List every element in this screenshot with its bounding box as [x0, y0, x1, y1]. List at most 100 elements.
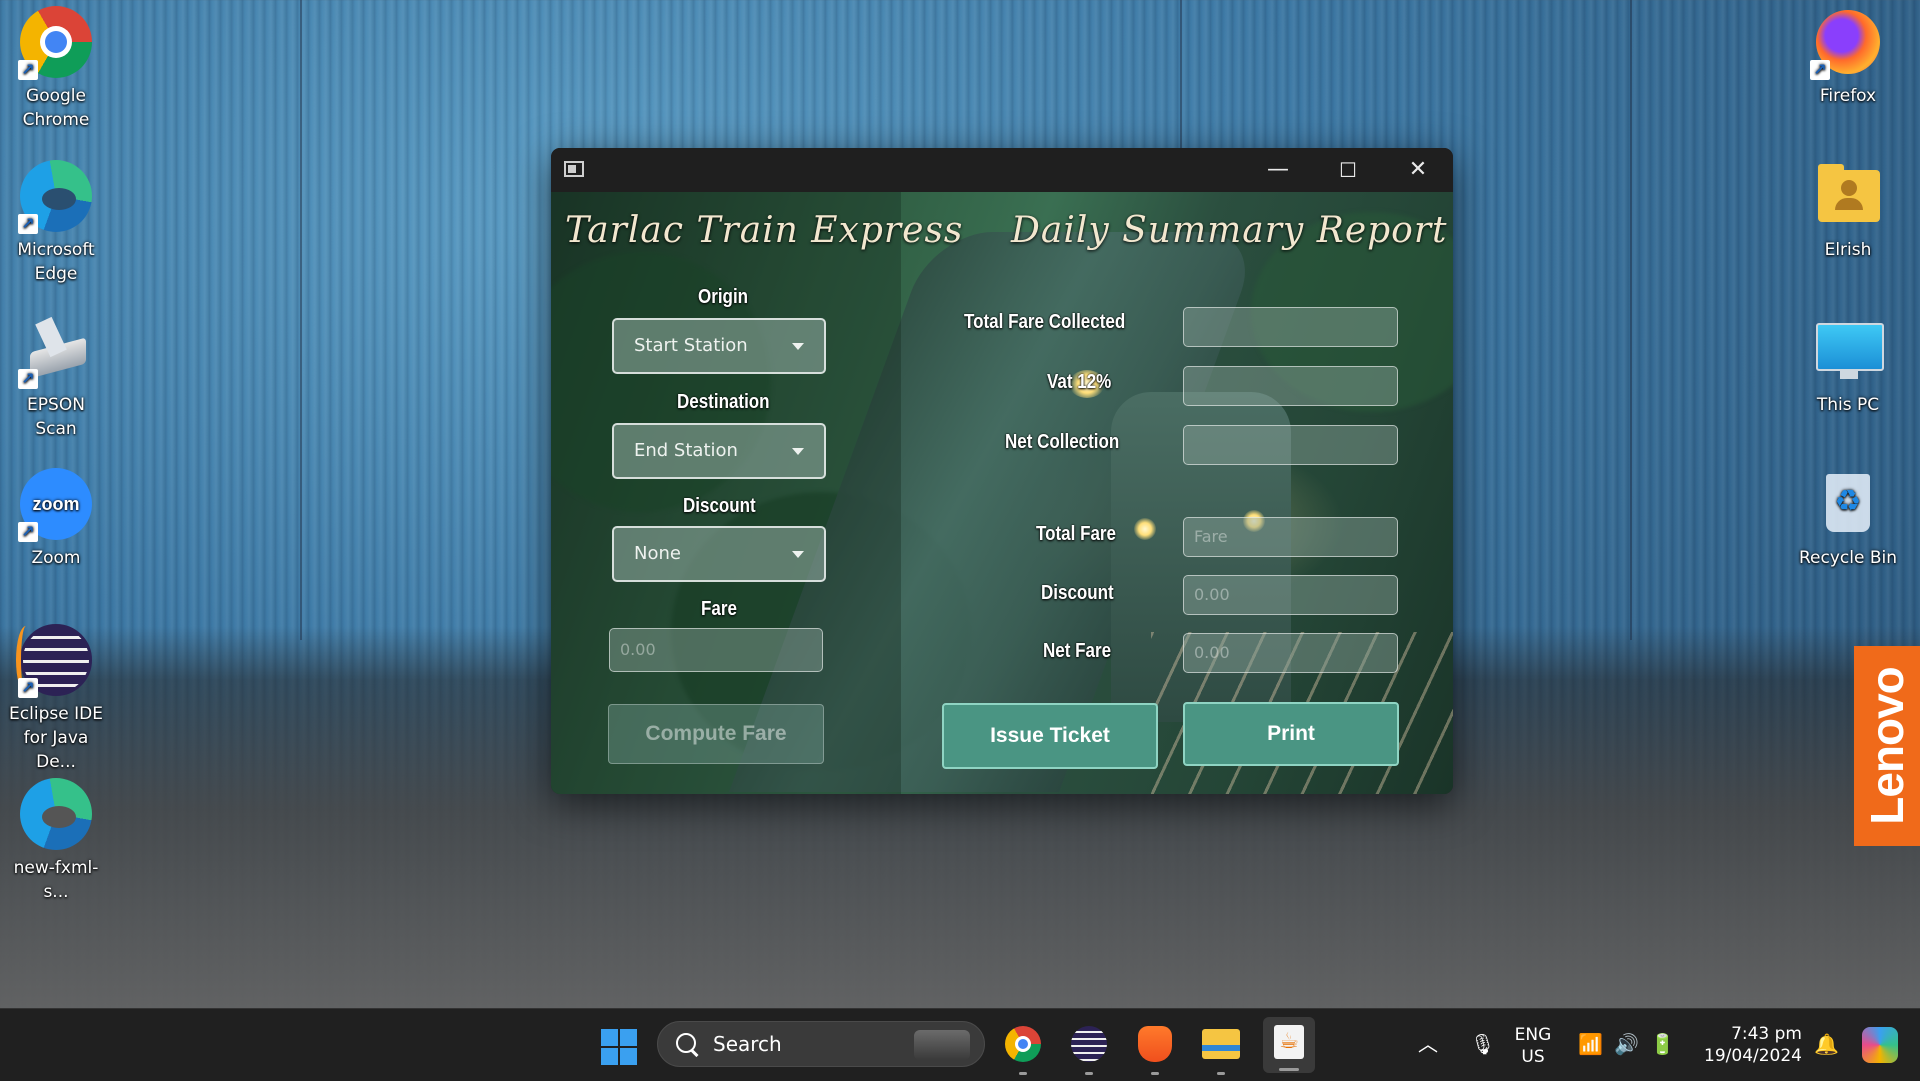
- net-collection-field[interactable]: [1183, 425, 1398, 465]
- discount-combobox[interactable]: None: [612, 526, 826, 582]
- taskbar-brave[interactable]: [1134, 1023, 1176, 1075]
- net-collection-label: Net Collection: [1005, 431, 1120, 453]
- origin-label: Origin: [698, 286, 749, 308]
- chrome-icon: ↗: [18, 6, 92, 80]
- fare-label: Fare: [701, 598, 737, 620]
- minimize-button[interactable]: —: [1243, 148, 1313, 192]
- summary-discount-label: Discount: [1041, 582, 1114, 604]
- eclipse-icon: ↗: [16, 624, 92, 698]
- shortcut-arrow-icon: ↗: [1810, 60, 1830, 80]
- notification-bell-icon[interactable]: 🔔: [1814, 1033, 1839, 1055]
- taskbar-java-app[interactable]: ☕: [1263, 1017, 1315, 1073]
- desktop-icon-label: Recycle Bin: [1798, 548, 1897, 568]
- total-fare-collected-field[interactable]: [1183, 307, 1398, 347]
- taskbar-search[interactable]: Search: [657, 1021, 985, 1067]
- battery-icon[interactable]: 🔋: [1650, 1033, 1675, 1055]
- desktop-icon-label: Google Chrome: [22, 86, 90, 130]
- desktop-icon-edge[interactable]: ↗ Microsoft Edge: [6, 160, 106, 286]
- wall-texture: [1180, 0, 1182, 150]
- desktop-icon-label: new-fxml-s...: [13, 858, 99, 902]
- window-titlebar[interactable]: — ☐ ✕: [551, 148, 1453, 192]
- net-fare-field[interactable]: 0.00: [1183, 633, 1398, 673]
- recycle-bin-icon: ♻: [1812, 468, 1884, 540]
- desktop-icon-this-pc[interactable]: This PC: [1798, 315, 1898, 417]
- discount-value: None: [634, 543, 681, 564]
- file-explorer-icon: [1202, 1029, 1240, 1059]
- close-button[interactable]: ✕: [1383, 148, 1453, 192]
- summary-discount-field[interactable]: 0.00: [1183, 575, 1398, 615]
- brave-icon: [1138, 1026, 1172, 1062]
- show-hidden-icons-chevron-icon[interactable]: ︿: [1418, 1033, 1438, 1055]
- desktop-icon-new-fxml[interactable]: new-fxml-s...: [6, 778, 106, 904]
- taskbar-eclipse[interactable]: [1068, 1023, 1110, 1075]
- region-code: US: [1521, 1047, 1545, 1067]
- discount-label: Discount: [683, 495, 756, 517]
- wall-texture: [1630, 0, 1632, 640]
- desktop-icon-epson-scan[interactable]: ↗ EPSON Scan: [6, 315, 106, 441]
- user-folder-icon: [1812, 160, 1884, 232]
- shortcut-arrow-icon: ↗: [18, 214, 38, 234]
- zoom-icon: zoom ↗: [18, 468, 92, 542]
- fare-field[interactable]: 0.00: [609, 628, 823, 672]
- copilot-icon[interactable]: [1862, 1027, 1898, 1063]
- desktop-icon-label: EPSON Scan: [27, 395, 85, 439]
- monitor-icon: [1812, 315, 1884, 387]
- app-icon: [564, 161, 584, 177]
- search-icon: [676, 1033, 696, 1053]
- origin-value: Start Station: [634, 335, 748, 356]
- compute-fare-button[interactable]: Compute Fare: [608, 704, 824, 764]
- desktop-icon-recycle-bin[interactable]: ♻ Recycle Bin: [1798, 468, 1898, 570]
- language-indicator[interactable]: ENG US: [1508, 1024, 1558, 1068]
- desktop-icon-label: Elrish: [1824, 240, 1872, 260]
- taskbar-file-explorer[interactable]: [1200, 1023, 1242, 1075]
- destination-label: Destination: [677, 391, 770, 413]
- total-fare-field[interactable]: Fare: [1183, 517, 1398, 557]
- net-fare-label: Net Fare: [1043, 640, 1112, 662]
- wifi-icon[interactable]: 📶: [1578, 1033, 1603, 1055]
- maximize-button[interactable]: ☐: [1313, 148, 1383, 192]
- desktop-icon-label: Firefox: [1819, 86, 1877, 106]
- microphone-icon[interactable]: 🎙: [1470, 1033, 1495, 1055]
- vat-label: Vat 12%: [1047, 371, 1112, 393]
- desktop-icon-label: Microsoft Edge: [17, 240, 95, 284]
- taskbar: Search ☕ ︿ 🎙 ENG US 📶 🔊 🔋 7:43 pm 19/04/…: [0, 1008, 1920, 1081]
- shortcut-arrow-icon: ↗: [18, 678, 38, 698]
- destination-combobox[interactable]: End Station: [612, 423, 826, 479]
- destination-value: End Station: [634, 440, 738, 461]
- volume-icon[interactable]: 🔊: [1614, 1033, 1639, 1055]
- train-headlight: [1134, 518, 1156, 540]
- chevron-down-icon: [792, 551, 804, 558]
- desktop-icon-chrome[interactable]: ↗ Google Chrome: [6, 6, 106, 132]
- java-icon: ☕: [1274, 1025, 1304, 1059]
- desktop-icon-user-folder[interactable]: Elrish: [1798, 160, 1898, 262]
- issue-ticket-button[interactable]: Issue Ticket: [942, 703, 1158, 769]
- desktop-icon-zoom[interactable]: zoom ↗ Zoom: [6, 468, 106, 570]
- scanner-icon: ↗: [18, 315, 92, 389]
- vat-field[interactable]: [1183, 366, 1398, 406]
- wall-texture: [300, 0, 302, 640]
- desktop-icon-label: Eclipse IDE for Java De...: [9, 704, 103, 772]
- desktop-icon-eclipse[interactable]: ↗ Eclipse IDE for Java De...: [6, 624, 106, 774]
- firefox-icon: ↗: [1810, 6, 1884, 80]
- report-title: Daily Summary Report: [1011, 210, 1448, 251]
- app-window: — ☐ ✕ Tarlac Train Express Daily Summary…: [551, 148, 1453, 794]
- start-button[interactable]: [601, 1029, 637, 1065]
- print-button[interactable]: Print: [1183, 702, 1399, 766]
- taskbar-chrome[interactable]: [1002, 1023, 1044, 1075]
- search-placeholder: Search: [713, 1032, 782, 1056]
- shortcut-arrow-icon: ↗: [18, 60, 38, 80]
- search-highlight-icon: [914, 1030, 970, 1060]
- edge-icon: [20, 778, 92, 850]
- chevron-down-icon: [792, 448, 804, 455]
- shortcut-arrow-icon: ↗: [18, 522, 38, 542]
- chevron-down-icon: [792, 343, 804, 350]
- desktop-icon-label: This PC: [1816, 395, 1880, 415]
- origin-combobox[interactable]: Start Station: [612, 318, 826, 374]
- total-fare-collected-label: Total Fare Collected: [964, 311, 1126, 333]
- app-client-area: Tarlac Train Express Daily Summary Repor…: [551, 192, 1453, 794]
- eclipse-icon: [1071, 1026, 1107, 1062]
- app-title: Tarlac Train Express: [565, 210, 964, 251]
- clock[interactable]: 7:43 pm 19/04/2024: [1698, 1023, 1802, 1067]
- desktop-icon-firefox[interactable]: ↗ Firefox: [1798, 6, 1898, 108]
- edge-icon: ↗: [18, 160, 92, 234]
